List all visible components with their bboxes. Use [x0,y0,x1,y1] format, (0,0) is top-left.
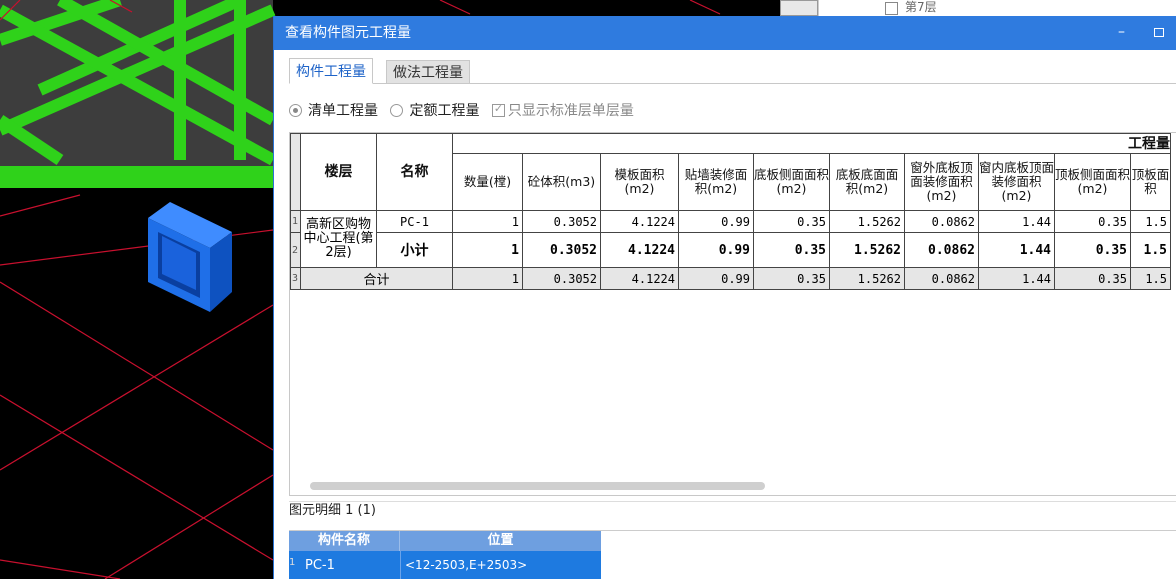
checkbox-icon[interactable] [491,102,505,117]
row-number: 1 [289,557,296,568]
value-cell[interactable]: 1.5 [1130,210,1171,233]
floor-checkbox[interactable] [885,2,898,15]
value-cell[interactable]: 1.5262 [829,232,905,268]
maximize-icon[interactable] [1154,28,1164,37]
value-cell[interactable]: 0.0862 [904,267,979,290]
value-cell[interactable]: 0.3052 [522,267,601,290]
value-cell[interactable]: 4.1224 [600,210,679,233]
minimize-button[interactable]: – [1118,24,1125,40]
section-divider [289,501,1176,502]
header-quantity-group: 工程量 [452,133,1171,154]
detail-position-cell[interactable]: <12-2503,E+2503> [405,558,527,572]
value-cell[interactable]: 1 [452,267,523,290]
quantity-options: 清单工程量 定额工程量 只显示标准层单层量 [289,100,642,124]
value-cell[interactable]: 0.35 [753,210,830,233]
dialog-titlebar[interactable]: 查看构件图元工程量 – [274,16,1176,50]
value-cell[interactable]: 0.35 [1054,232,1131,268]
value-cell[interactable]: 1.44 [978,210,1055,233]
value-cell[interactable]: 0.3052 [522,232,601,268]
value-cell[interactable]: 0.35 [1054,267,1131,290]
tab-method-quantity[interactable]: 做法工程量 [386,60,470,84]
detail-name-cell[interactable]: PC-1 [305,558,335,573]
tab-bar: 构件工程量 做法工程量 [274,50,1176,100]
table-row[interactable]: 1 高新区购物中心工程(第2层) PC-1 1 0.3052 4.1224 0.… [290,210,1171,268]
detail-header-name[interactable]: 构件名称 [289,531,400,551]
detail-table: 构件名称 位置 1 PC-1 <12-2503,E+2503> [289,530,1176,579]
header-bottom-bottom[interactable]: 底板底面面积(m2) [829,153,905,211]
view-cube-button[interactable] [780,0,818,16]
header-inner-bottom-top[interactable]: 窗内底板顶面装修面积(m2) [978,153,1055,211]
horizontal-scrollbar[interactable] [310,482,765,490]
value-cell[interactable]: 1.5262 [829,267,905,290]
header-top-side[interactable]: 顶板侧面面积(m2) [1054,153,1131,211]
floor-cell[interactable]: 高新区购物中心工程(第2层) [300,210,377,268]
value-cell[interactable]: 1.44 [978,232,1055,268]
floor-label: 第7层 [905,0,937,14]
header-name[interactable]: 名称 [376,133,453,211]
header-concrete[interactable]: 砼体积(m3) [522,153,601,211]
header-bottom-side[interactable]: 底板侧面面积(m2) [753,153,830,211]
value-cell[interactable]: 1.5 [1130,232,1171,268]
dialog-title: 查看构件图元工程量 [285,25,411,41]
row-number: 2 [290,232,301,268]
value-cell[interactable]: 0.99 [678,267,754,290]
row-number: 3 [290,267,301,290]
standard-floor-option[interactable]: 只显示标准层单层量 [491,102,634,119]
value-cell[interactable]: 0.35 [753,232,830,268]
value-cell[interactable]: 4.1224 [600,232,679,268]
standard-floor-label: 只显示标准层单层量 [507,103,634,119]
quantity-table: 楼层 名称 工程量 数量(樘) 砼体积(m3) 模板面积(m2) 贴墙装修面积(… [290,133,1171,290]
header-top-next[interactable]: 顶板面积 [1130,153,1171,211]
header-outer-bottom-top[interactable]: 窗外底板顶面装修面积(m2) [904,153,979,211]
column-divider [400,551,401,579]
subtotal-label[interactable]: 小计 [376,232,453,268]
value-cell[interactable]: 0.99 [678,232,754,268]
app-window: 第7层 查看构件图元工程量 – 构件工程量 做法工程量 清单工程量 定额工程量 … [0,0,1176,579]
name-cell[interactable]: PC-1 [376,210,453,233]
header-count[interactable]: 数量(樘) [452,153,523,211]
floor-list-panel: 第7层 [818,0,1176,16]
value-cell[interactable]: 1 [452,232,523,268]
bill-quantity-option[interactable]: 清单工程量 [289,103,378,119]
value-cell[interactable]: 1.44 [978,267,1055,290]
tab-component-quantity[interactable]: 构件工程量 [289,58,373,84]
header-floor[interactable]: 楼层 [300,133,377,211]
value-cell[interactable]: 0.35 [753,267,830,290]
value-cell[interactable]: 0.3052 [522,210,601,233]
bill-quantity-label: 清单工程量 [308,103,378,119]
radio-icon[interactable] [390,104,404,117]
header-formwork[interactable]: 模板面积(m2) [600,153,679,211]
quota-quantity-label: 定额工程量 [409,103,480,119]
total-label[interactable]: 合计 [300,267,453,290]
quota-quantity-option[interactable]: 定额工程量 [390,103,479,119]
table-row-subtotal[interactable]: 2 小计 1 0.3052 4.1224 0.99 0.35 1.5262 0.… [290,232,1171,268]
header-tile[interactable]: 贴墙装修面积(m2) [678,153,754,211]
detail-header: 构件名称 位置 [289,531,601,551]
value-cell[interactable]: 1 [452,210,523,233]
detail-row[interactable]: 1 PC-1 <12-2503,E+2503> [289,551,601,579]
value-cell[interactable]: 4.1224 [600,267,679,290]
corner-cell [290,133,301,211]
radio-icon[interactable] [289,104,302,117]
quantity-grid: 楼层 名称 工程量 数量(樘) 砼体积(m3) 模板面积(m2) 贴墙装修面积(… [289,132,1176,496]
value-cell[interactable]: 0.35 [1054,210,1131,233]
quantity-dialog: 查看构件图元工程量 – 构件工程量 做法工程量 清单工程量 定额工程量 只显示标… [273,16,1176,579]
value-cell[interactable]: 0.0862 [904,232,979,268]
value-cell[interactable]: 0.99 [678,210,754,233]
value-cell[interactable]: 1.5 [1130,267,1171,290]
detail-header-position[interactable]: 位置 [400,531,601,551]
row-number: 1 [290,210,301,233]
detail-title: 图元明细 1 (1) [289,503,376,518]
value-cell[interactable]: 1.5262 [829,210,905,233]
value-cell[interactable]: 0.0862 [904,210,979,233]
table-row-total[interactable]: 3 合计 1 0.3052 4.1224 0.99 0.35 1.5262 0.… [290,267,1171,290]
